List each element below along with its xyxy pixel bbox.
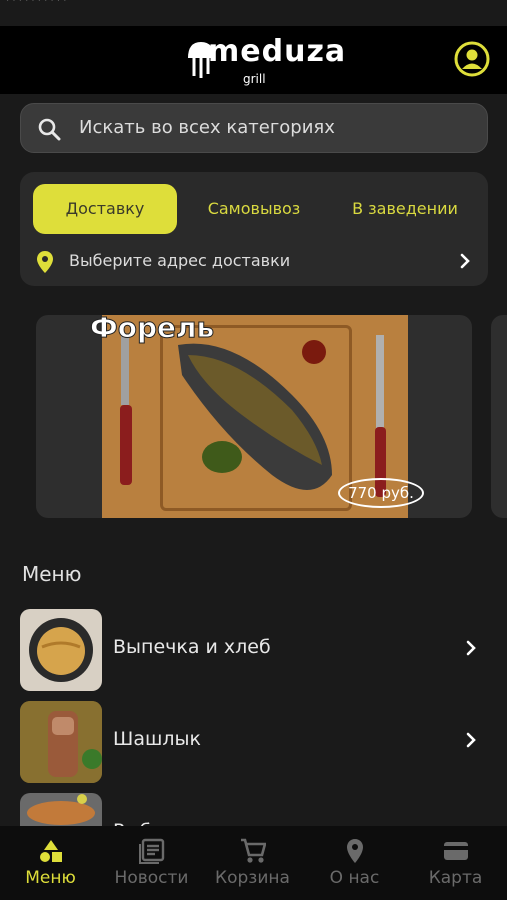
mode-pickup-button[interactable]: Самовывоз (188, 184, 320, 234)
search-icon (38, 118, 61, 141)
tab-news[interactable]: Новости (101, 826, 202, 900)
logo-wordmark: meduza (208, 34, 347, 69)
menu-item-bakery[interactable]: Выпечка и хлеб (20, 609, 488, 691)
location-pin-icon (37, 251, 53, 273)
profile-icon[interactable] (453, 40, 491, 78)
menu-section-title: Меню (22, 562, 82, 586)
search-bar[interactable]: Искать во всех категориях (20, 103, 488, 153)
chevron-right-icon[interactable] (458, 252, 472, 270)
news-icon (139, 838, 165, 864)
chevron-right-icon (466, 640, 476, 656)
logo-subtitle: grill (243, 72, 266, 86)
address-prompt[interactable]: Выберите адрес доставки (69, 251, 290, 270)
tab-about[interactable]: О нас (304, 826, 405, 900)
tab-label: Меню (25, 868, 76, 888)
app-header: meduza grill (0, 26, 507, 94)
menu-item-label: Выпечка и хлеб (113, 636, 271, 658)
mode-dine-in-button[interactable]: В заведении (330, 184, 480, 234)
tab-menu[interactable]: Меню (0, 826, 101, 900)
promo-title: Форель (89, 315, 215, 345)
mode-delivery-button[interactable]: Доставку (33, 184, 177, 234)
tab-label: О нас (329, 868, 380, 888)
promo-banner-trout[interactable]: Форель 770 руб. (36, 315, 472, 518)
tab-label: Корзина (215, 868, 290, 888)
shapes-icon (40, 840, 62, 862)
price-tag: 770 руб. (338, 478, 424, 508)
tab-cart[interactable]: Корзина (202, 826, 303, 900)
promo-banner-next[interactable] (491, 315, 507, 518)
card-icon (444, 842, 468, 860)
delivery-mode-card: Доставку Самовывоз В заведении Выберите … (20, 172, 488, 286)
menu-item-shashlik[interactable]: Шашлык (20, 701, 488, 783)
bottom-tab-bar: Меню Новости Корзина О нас Карта (0, 826, 507, 900)
location-pin-icon (347, 839, 363, 863)
bakery-thumbnail (20, 609, 102, 691)
search-placeholder: Искать во всех категориях (79, 117, 335, 138)
menu-item-label: Шашлык (113, 728, 201, 750)
meduza-grill-logo: meduza grill (184, 32, 345, 90)
status-text: · · · · · · · · · · (6, 0, 67, 7)
tab-label: Новости (114, 868, 189, 888)
tab-label: Карта (428, 868, 483, 888)
status-bar: · · · · · · · · · · (0, 0, 507, 26)
tab-card[interactable]: Карта (405, 826, 506, 900)
shashlik-thumbnail (20, 701, 102, 783)
cart-icon (241, 838, 266, 863)
chevron-right-icon (466, 732, 476, 748)
